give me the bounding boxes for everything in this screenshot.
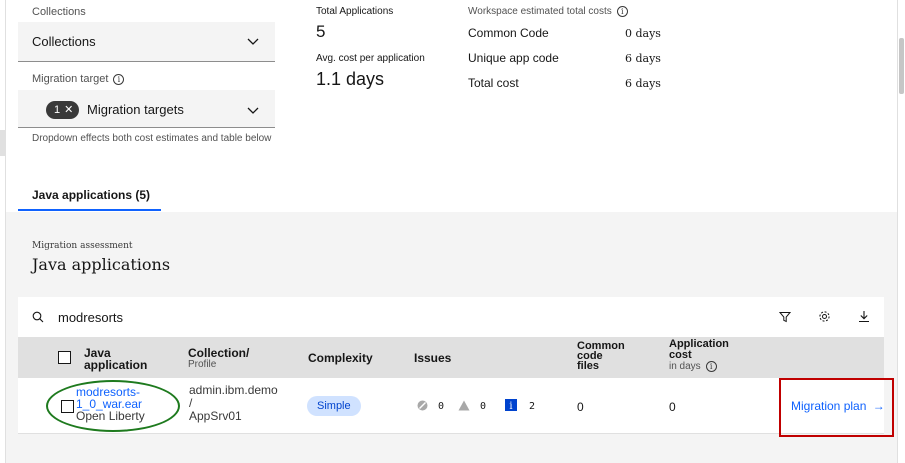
total-applications-label: Total Applications [316, 6, 394, 17]
common-code-files-value: 0 [577, 400, 584, 414]
table-toolbar: modresorts [18, 297, 884, 337]
collections-dropdown[interactable]: Collections [18, 22, 275, 62]
svg-text:i: i [509, 401, 512, 411]
column-header-common-code-files[interactable]: Common code files [577, 341, 625, 372]
collection-name: admin.ibm.demo [189, 383, 278, 397]
cost-row-label: Common Code [468, 26, 549, 40]
selected-count: 1 [54, 104, 61, 116]
column-header-java-application[interactable]: Java application [84, 347, 147, 371]
left-frame-marker [0, 130, 6, 156]
critical-issue-count: 0 [438, 401, 445, 412]
clear-selection-icon[interactable]: ✕ [64, 101, 73, 119]
cost-row-label: Unique app code [468, 51, 559, 65]
info-icon[interactable]: i [616, 6, 628, 17]
cost-row-value: 0 days [625, 27, 661, 40]
application-cost-value: 0 [669, 400, 676, 414]
header-text: files [577, 360, 600, 372]
costs-header-text: Workspace estimated total costs [468, 6, 612, 18]
filter-icon[interactable] [779, 311, 791, 323]
collections-dropdown-value: Collections [32, 34, 96, 49]
highlight-box [779, 378, 894, 437]
search-input[interactable]: modresorts [58, 310, 123, 325]
cost-row-value: 6 days [625, 52, 661, 65]
search-icon [32, 311, 44, 323]
complexity-tag: Simple [307, 396, 361, 416]
chevron-down-icon [247, 107, 259, 114]
selected-count-tag[interactable]: 1 ✕ [46, 101, 80, 119]
header-text: application [84, 358, 148, 372]
scrollbar-thumb[interactable] [899, 38, 904, 94]
chevron-down-icon [247, 38, 259, 45]
vertical-scrollbar[interactable] [897, 0, 905, 463]
collection-cell: admin.ibm.demo / AppSrv01 [189, 384, 278, 423]
column-header-collection[interactable]: Collection/ Profile [188, 347, 249, 371]
warning-issue-count: 0 [480, 401, 487, 412]
info-issue-count: 2 [529, 401, 536, 412]
warning-icon [458, 400, 470, 411]
total-applications-value: 5 [316, 22, 326, 41]
highlight-ellipse [46, 380, 180, 432]
cost-row-label: Total cost [468, 76, 519, 90]
avg-cost-value: 1.1 days [316, 69, 385, 89]
header-text: Collection/ [188, 346, 250, 360]
info-issue-icon: i [505, 399, 517, 411]
assessment-eyebrow: Migration assessment [32, 241, 133, 251]
download-icon[interactable] [858, 310, 870, 323]
header-text: cost [669, 349, 692, 361]
costs-header: Workspace estimated total costs i [468, 6, 628, 17]
migration-target-label: Migration target i [32, 73, 125, 85]
column-header-application-cost[interactable]: Application cost in days i [669, 339, 729, 373]
table-header: Java application Collection/ Profile Com… [18, 337, 884, 378]
header-subtext-value: in days [669, 361, 701, 373]
avg-cost-label: Avg. cost per application [316, 53, 425, 64]
cost-row-value: 6 days [625, 77, 661, 90]
header-subtext: in days i [669, 361, 729, 372]
migration-target-label-text: Migration target [32, 73, 109, 85]
migration-target-dropdown-value: Migration targets [87, 102, 184, 117]
dropdown-helper-text: Dropdown effects both cost estimates and… [32, 133, 272, 144]
column-header-complexity[interactable]: Complexity [308, 352, 373, 364]
select-all-checkbox[interactable] [58, 351, 71, 364]
info-icon[interactable]: i [113, 73, 125, 85]
active-tab-indicator [18, 209, 161, 211]
tab-java-applications[interactable]: Java applications (5) [32, 188, 150, 202]
critical-issue-icon [417, 400, 428, 411]
collections-label: Collections [32, 6, 86, 18]
header-subtext: Profile [188, 359, 217, 370]
gear-icon[interactable] [818, 310, 831, 323]
info-icon[interactable]: i [705, 361, 717, 372]
assessment-title: Java applications [32, 255, 171, 274]
collection-profile: AppSrv01 [189, 409, 242, 423]
column-header-issues[interactable]: Issues [414, 352, 451, 364]
